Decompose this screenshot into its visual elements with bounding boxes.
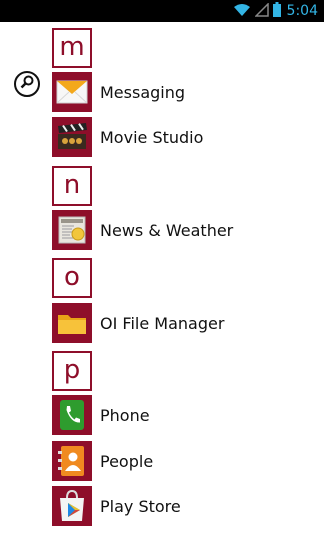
app-label: Play Store xyxy=(100,496,181,516)
status-bar: 5:04 xyxy=(0,0,324,22)
app-people[interactable]: People xyxy=(52,441,153,481)
signal-icon xyxy=(253,1,269,21)
messaging-icon xyxy=(52,72,92,112)
clock: 5:04 xyxy=(286,3,318,19)
app-label: Movie Studio xyxy=(100,127,204,147)
app-movie-studio[interactable]: Movie Studio xyxy=(52,117,203,157)
search-button[interactable] xyxy=(14,71,40,97)
letter-header-n[interactable]: n xyxy=(52,166,92,206)
app-label: Messaging xyxy=(100,82,186,102)
news-weather-icon xyxy=(52,210,92,250)
app-label: News & Weather xyxy=(100,220,234,240)
app-play-store[interactable]: Play Store xyxy=(52,486,181,526)
movie-studio-icon xyxy=(52,117,92,157)
app-phone[interactable]: Phone xyxy=(52,395,150,435)
app-label: Phone xyxy=(100,405,150,425)
search-icon xyxy=(19,74,35,94)
wifi-icon xyxy=(233,2,251,21)
letter-header-m[interactable]: m xyxy=(52,28,92,68)
letter-header-p[interactable]: p xyxy=(52,351,92,391)
phone-icon xyxy=(52,395,92,435)
app-label: People xyxy=(100,451,154,471)
app-messaging[interactable]: Messaging xyxy=(52,72,185,112)
play-store-icon xyxy=(52,486,92,526)
letter-header-o[interactable]: o xyxy=(52,258,92,298)
folder-icon xyxy=(52,303,92,343)
people-icon xyxy=(52,441,92,481)
app-oi-file-manager[interactable]: OI File Manager xyxy=(52,303,224,343)
battery-icon xyxy=(272,1,281,21)
app-label: OI File Manager xyxy=(100,313,225,333)
app-news-weather[interactable]: News & Weather xyxy=(52,210,233,250)
